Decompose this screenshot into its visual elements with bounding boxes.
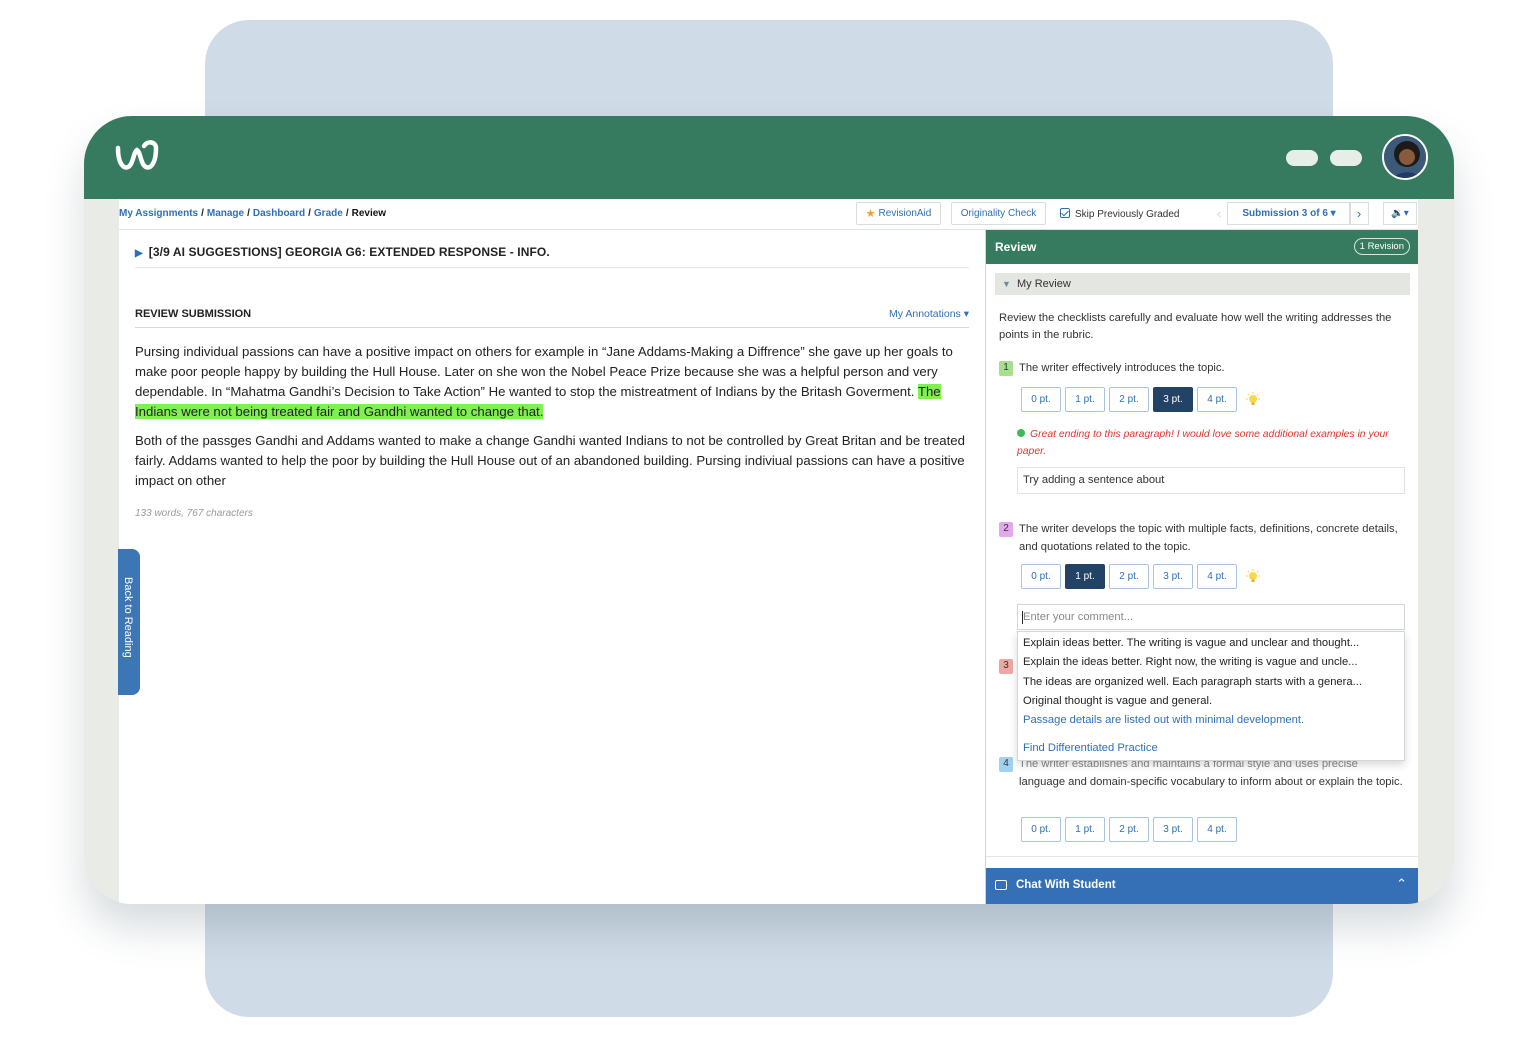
score-3[interactable]: 3 pt. xyxy=(1153,387,1193,412)
avatar[interactable] xyxy=(1382,134,1428,180)
status-dot-icon xyxy=(1017,429,1025,437)
score-0[interactable]: 0 pt. xyxy=(1021,817,1061,842)
crumb-current: Review xyxy=(351,208,387,219)
lightbulb-icon[interactable] xyxy=(1245,391,1261,408)
crumb-manage[interactable]: Manage xyxy=(207,208,244,219)
logo-icon[interactable] xyxy=(114,136,160,178)
chevron-up-icon[interactable]: ⌃ xyxy=(1396,876,1407,892)
suggestion-item[interactable]: The ideas are organized well. Each parag… xyxy=(1018,673,1400,692)
assignment-title[interactable]: ▶ [3/9 AI SUGGESTIONS] GEORGIA G6: EXTEND… xyxy=(135,245,550,259)
comment-1[interactable]: Try adding a sentence about xyxy=(1017,467,1405,494)
originality-check-button[interactable]: Originality Check xyxy=(951,202,1046,225)
my-review-section[interactable]: ▼ My Review xyxy=(995,273,1410,295)
next-submission-button[interactable]: › xyxy=(1349,202,1369,225)
criterion-number: 1 xyxy=(999,361,1013,376)
find-practice-link[interactable]: Find Differentiated Practice xyxy=(1018,739,1400,758)
suggestion-item[interactable]: Explain the ideas better. Right now, the… xyxy=(1018,653,1400,672)
score-1[interactable]: 1 pt. xyxy=(1065,817,1105,842)
revisionaid-button[interactable]: ★ RevisionAid xyxy=(856,202,941,225)
score-buttons-4: 0 pt. 1 pt. 2 pt. 3 pt. 4 pt. xyxy=(1021,817,1237,842)
breadcrumb: My Assignments / Manage / Dashboard / Grade / Re… xyxy=(119,208,387,219)
lightbulb-icon[interactable] xyxy=(1245,568,1261,585)
main-app: My Assignments / Manage / Dashboard / Grade / Re… xyxy=(118,199,1418,904)
suggestion-item[interactable]: Original thought is vague and general. xyxy=(1018,692,1400,711)
score-4[interactable]: 4 pt. xyxy=(1197,817,1237,842)
essay-paragraph-1: Pursing individual passions can have a p… xyxy=(135,344,953,419)
speaker-icon[interactable]: 🔉▾ xyxy=(1383,202,1417,225)
criterion-2: 2 The writer develops the topic with mul… xyxy=(999,520,1411,556)
score-4[interactable]: 4 pt. xyxy=(1197,564,1237,589)
revision-badge[interactable]: 1 Revision xyxy=(1353,238,1410,255)
prev-submission-button[interactable]: ‹ xyxy=(1211,202,1227,225)
score-0[interactable]: 0 pt. xyxy=(1021,564,1061,589)
comment-input[interactable]: Enter your comment... xyxy=(1017,604,1405,630)
suggestion-item[interactable]: Explain ideas better. The writing is vag… xyxy=(1018,634,1400,653)
score-1[interactable]: 1 pt. xyxy=(1065,387,1105,412)
score-buttons-1: 0 pt. 1 pt. 2 pt. 3 pt. 4 pt. xyxy=(1021,387,1261,412)
score-1[interactable]: 1 pt. xyxy=(1065,564,1105,589)
review-submission-heading: REVIEW SUBMISSION xyxy=(135,308,252,320)
score-3[interactable]: 3 pt. xyxy=(1153,817,1193,842)
score-4[interactable]: 4 pt. xyxy=(1197,387,1237,412)
chat-with-student-bar[interactable]: Chat With Student ⌃ xyxy=(986,868,1418,904)
suggestion-item[interactable]: Passage details are listed out with mini… xyxy=(1018,711,1400,730)
score-0[interactable]: 0 pt. xyxy=(1021,387,1061,412)
review-panel: Review 1 Revision ▼ My Review Review the … xyxy=(985,230,1418,904)
criterion-1: 1 The writer effectively introduces the … xyxy=(999,359,1411,377)
score-2[interactable]: 2 pt. xyxy=(1109,387,1149,412)
chat-icon xyxy=(995,880,1007,890)
nav-pill-2[interactable] xyxy=(1330,150,1362,166)
ai-feedback: Great ending to this paragraph! I would … xyxy=(1017,429,1389,457)
submission-area: ▶ [3/9 AI SUGGESTIONS] GEORGIA G6: EXTEND… xyxy=(135,230,969,904)
divider xyxy=(135,267,969,268)
divider xyxy=(986,856,1418,857)
criterion-number: 4 xyxy=(999,757,1013,772)
crumb-dashboard[interactable]: Dashboard xyxy=(253,208,305,219)
word-count: 133 words, 767 characters xyxy=(135,508,253,519)
top-bar xyxy=(84,116,1454,199)
collapse-icon: ▼ xyxy=(1002,279,1011,289)
score-buttons-2: 0 pt. 1 pt. 2 pt. 3 pt. 4 pt. xyxy=(1021,564,1261,589)
review-title: Review xyxy=(995,240,1037,254)
crumb-grade[interactable]: Grade xyxy=(314,208,343,219)
score-2[interactable]: 2 pt. xyxy=(1109,564,1149,589)
star-icon: ★ xyxy=(865,208,876,220)
essay-text: Pursing individual passions can have a p… xyxy=(135,342,969,500)
criterion-number: 2 xyxy=(999,522,1013,537)
review-header: Review 1 Revision xyxy=(986,230,1418,264)
app-window: My Assignments / Manage / Dashboard / Grade / Re… xyxy=(84,116,1454,904)
criterion-3-number: 3 xyxy=(999,659,1013,674)
score-3[interactable]: 3 pt. xyxy=(1153,564,1193,589)
essay-paragraph-2: Both of the passges Gandhi and Addams wa… xyxy=(135,433,965,488)
score-2[interactable]: 2 pt. xyxy=(1109,817,1149,842)
submission-select[interactable]: Submission 3 of 6 ▾ xyxy=(1227,202,1351,225)
skip-graded-toggle[interactable]: Skip Previously Graded xyxy=(1060,208,1180,220)
back-to-reading-tab[interactable]: Back to Reading xyxy=(118,549,140,695)
my-annotations-dropdown[interactable]: My Annotations ▾ xyxy=(889,308,969,320)
breadcrumb-bar: My Assignments / Manage / Dashboard / Grade / Re… xyxy=(119,199,1418,230)
comment-suggestions-dropdown: Explain ideas better. The writing is vag… xyxy=(1017,631,1405,761)
review-instructions: Review the checklists carefully and eval… xyxy=(999,312,1392,341)
checkbox-icon[interactable] xyxy=(1060,208,1070,218)
expand-icon[interactable]: ▶ xyxy=(135,248,143,259)
crumb-my-assignments[interactable]: My Assignments xyxy=(119,208,198,219)
nav-pill-1[interactable] xyxy=(1286,150,1318,166)
divider xyxy=(135,327,969,328)
